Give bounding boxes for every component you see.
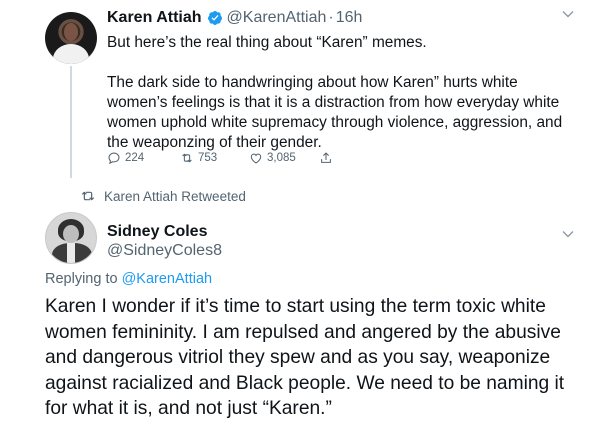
tweet-karen-attiah[interactable]: Karen Attiah @KarenAttiah · 16h But here…: [0, 0, 600, 178]
tweet-header: Karen Attiah @KarenAttiah · 16h: [107, 7, 362, 29]
retweet-button[interactable]: 753: [180, 151, 217, 165]
tweet-thread: Karen Attiah @KarenAttiah · 16h But here…: [0, 0, 600, 437]
tweet-text: But here’s the real thing about “Karen” …: [107, 33, 577, 153]
mention-link[interactable]: @KarenAttiah: [122, 271, 213, 287]
share-button[interactable]: [319, 151, 337, 165]
reply-count: 224: [125, 152, 145, 164]
avatar-face: [64, 23, 78, 41]
share-icon: [321, 152, 331, 163]
thread-connector-line: [70, 66, 72, 178]
avatar-face: [63, 225, 79, 243]
retweet-icon: [182, 153, 192, 163]
avatar-shirt: [67, 243, 75, 263]
avatar[interactable]: [45, 212, 97, 264]
retweet-icon: [81, 191, 95, 201]
avatar-body: [53, 44, 89, 64]
replying-to-prefix: Replying to: [45, 271, 122, 287]
chevron-down-icon[interactable]: [562, 10, 574, 18]
reply-button[interactable]: 224: [107, 151, 144, 165]
verified-badge-icon: [207, 11, 222, 25]
avatar[interactable]: [45, 12, 97, 64]
author-handle[interactable]: @KarenAttiah: [227, 9, 327, 27]
separator-dot: ·: [328, 9, 334, 26]
tweet-paragraph-1: But here’s the real thing about “Karen” …: [107, 34, 427, 51]
retweet-count: 753: [198, 152, 218, 164]
retweet-notice[interactable]: Karen Attiah Retweeted: [80, 188, 246, 204]
reply-icon: [108, 152, 120, 165]
like-count: 3,085: [267, 152, 296, 164]
like-icon: [250, 153, 262, 164]
like-button[interactable]: 3,085: [249, 151, 296, 165]
tweet-text: Karen I wonder if it’s time to start usi…: [45, 296, 565, 420]
author-name[interactable]: Sidney Coles: [107, 223, 207, 241]
chevron-down-icon[interactable]: [562, 230, 574, 238]
author-handle[interactable]: @SidneyColes8: [107, 242, 222, 260]
timestamp[interactable]: 16h: [336, 9, 363, 27]
replying-to: Replying to @KarenAttiah: [45, 271, 212, 287]
tweet-paragraph-2: The dark side to handwringing about how …: [107, 74, 563, 151]
author-name[interactable]: Karen Attiah: [107, 9, 202, 27]
retweet-notice-label: Karen Attiah Retweeted: [104, 188, 246, 204]
